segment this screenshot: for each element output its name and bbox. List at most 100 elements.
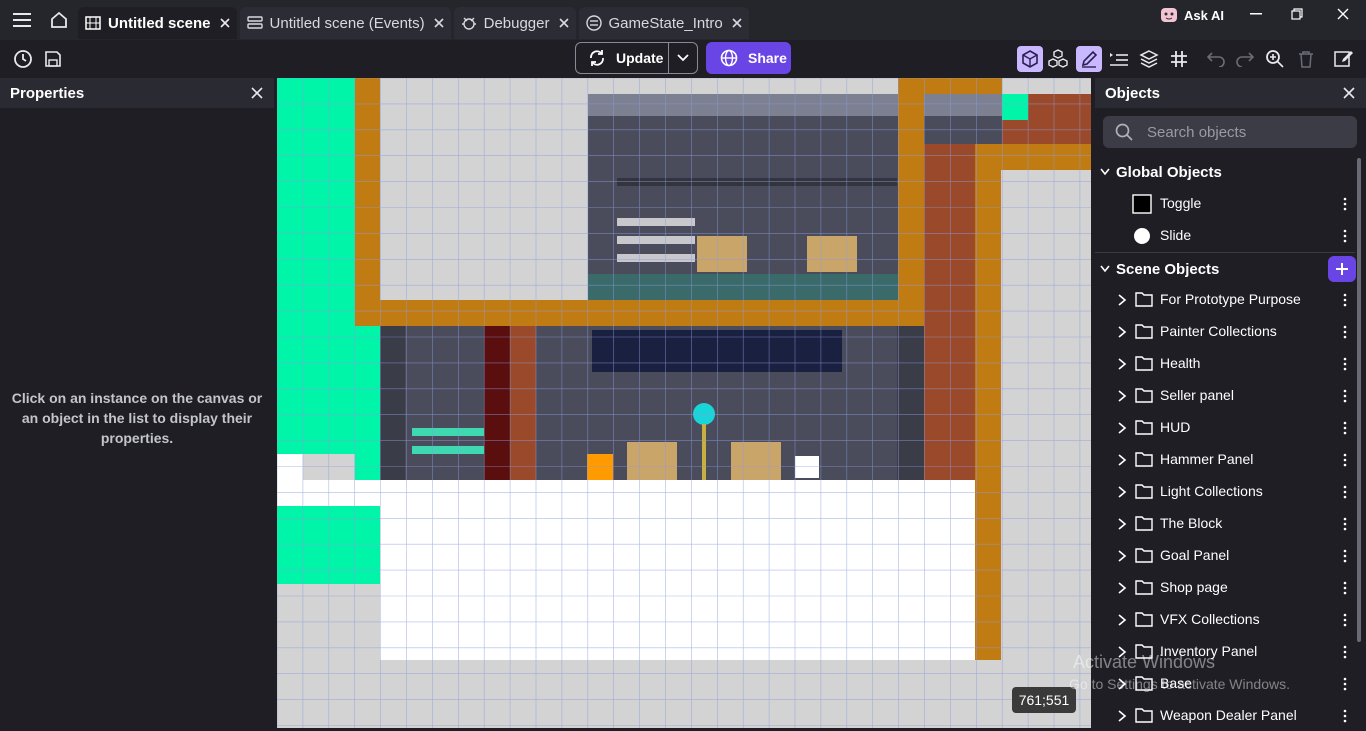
scene-object-folder[interactable]: Base	[1095, 669, 1355, 699]
chevron-down-icon[interactable]	[1095, 168, 1115, 176]
chevron-right-icon[interactable]	[1117, 581, 1127, 595]
add-object-button[interactable]	[1328, 256, 1356, 282]
ask-ai-label: Ask AI	[1184, 7, 1224, 23]
more-options-icon[interactable]	[1343, 325, 1347, 339]
global-object-slide[interactable]: Slide	[1095, 221, 1355, 251]
green-strip	[277, 78, 355, 454]
scene-object-folder[interactable]: VFX Collections	[1095, 605, 1355, 635]
delete-icon[interactable]	[1295, 48, 1317, 70]
folder-label: Weapon Dealer Panel	[1160, 707, 1297, 723]
chevron-right-icon[interactable]	[1117, 389, 1127, 403]
chevron-right-icon[interactable]	[1117, 325, 1127, 339]
scene-canvas[interactable]	[277, 78, 1091, 728]
scene-object-folder[interactable]: Hammer Panel	[1095, 445, 1355, 475]
more-options-icon[interactable]	[1343, 613, 1347, 627]
scene-object-folder[interactable]: Inventory Panel	[1095, 637, 1355, 667]
properties-panel-icon[interactable]	[1076, 46, 1102, 72]
scene-object-folder[interactable]: Light Collections	[1095, 477, 1355, 507]
ask-ai-button[interactable]: Ask AI	[1160, 6, 1224, 24]
folder-icon	[1135, 708, 1153, 723]
scene-editor-view[interactable]	[277, 78, 1091, 728]
share-button[interactable]: Share	[706, 42, 791, 74]
more-options-icon[interactable]	[1343, 421, 1347, 435]
global-object-toggle[interactable]: Toggle	[1095, 189, 1355, 219]
scene-object-folder[interactable]: Painter Collections	[1095, 317, 1355, 347]
tab-debugger[interactable]: Debugger	[453, 7, 576, 39]
undo-icon[interactable]	[1205, 48, 1227, 70]
restore-icon[interactable]	[1283, 4, 1311, 24]
more-options-icon[interactable]	[1343, 517, 1347, 531]
chevron-down-icon[interactable]	[1095, 265, 1115, 273]
scene-object-folder[interactable]: For Prototype Purpose	[1095, 285, 1355, 315]
home-icon[interactable]	[44, 5, 74, 35]
chevron-right-icon[interactable]	[1117, 645, 1127, 659]
close-icon[interactable]	[219, 17, 231, 29]
scene-object-folder[interactable]: Goal Panel	[1095, 541, 1355, 571]
window-close-icon[interactable]	[1329, 4, 1357, 24]
folder-label: The Block	[1160, 515, 1223, 531]
folder-icon	[1135, 356, 1153, 371]
folder-icon	[1135, 548, 1153, 563]
square-icon	[1132, 194, 1152, 214]
scene-object-folder[interactable]: Health	[1095, 349, 1355, 379]
redo-icon[interactable]	[1234, 48, 1256, 70]
more-options-icon[interactable]	[1343, 229, 1347, 243]
scene-object-folder[interactable]: HUD	[1095, 413, 1355, 443]
edit-scene-properties-icon[interactable]	[1333, 48, 1355, 70]
globe-icon	[720, 49, 738, 67]
scene-object-folder[interactable]: Seller panel	[1095, 381, 1355, 411]
more-options-icon[interactable]	[1343, 357, 1347, 371]
tab-gamestate-intro[interactable]: GameState_Intro	[578, 7, 749, 39]
chevron-right-icon[interactable]	[1117, 613, 1127, 627]
more-options-icon[interactable]	[1343, 645, 1347, 659]
chevron-right-icon[interactable]	[1117, 549, 1127, 563]
minimize-icon[interactable]	[1242, 4, 1270, 24]
more-options-icon[interactable]	[1343, 549, 1347, 563]
tab-scene-events[interactable]: Untitled scene (Events)	[239, 7, 451, 39]
chevron-right-icon[interactable]	[1117, 421, 1127, 435]
more-options-icon[interactable]	[1343, 389, 1347, 403]
update-button[interactable]: Update	[575, 42, 698, 74]
grid-icon[interactable]	[1168, 48, 1190, 70]
chevron-right-icon[interactable]	[1117, 485, 1127, 499]
folder-label: Health	[1160, 355, 1201, 371]
close-icon[interactable]	[433, 17, 445, 29]
chevron-right-icon[interactable]	[1117, 293, 1127, 307]
global-objects-header[interactable]: Global Objects	[1095, 159, 1355, 185]
more-options-icon[interactable]	[1343, 293, 1347, 307]
more-options-icon[interactable]	[1343, 453, 1347, 467]
chevron-right-icon[interactable]	[1117, 453, 1127, 467]
folder-label: Base	[1160, 675, 1192, 691]
objects-scrollbar[interactable]	[1357, 158, 1361, 642]
more-options-icon[interactable]	[1343, 709, 1347, 723]
zoom-icon[interactable]	[1264, 48, 1286, 70]
scene-object-folder[interactable]: The Block	[1095, 509, 1355, 539]
objects-title: Objects	[1105, 84, 1161, 102]
objects-panel-icon[interactable]	[1017, 46, 1043, 72]
save-icon[interactable]	[42, 48, 64, 70]
scene-object-folder[interactable]: Shop page	[1095, 573, 1355, 603]
scene-objects-header[interactable]: Scene Objects	[1095, 256, 1355, 282]
close-icon[interactable]	[731, 17, 743, 29]
more-options-icon[interactable]	[1343, 197, 1347, 211]
instances-list-icon[interactable]	[1108, 48, 1130, 70]
search-objects-input[interactable]: Search objects	[1103, 116, 1357, 148]
scene-object-folder[interactable]: Weapon Dealer Panel	[1095, 701, 1355, 731]
close-icon[interactable]	[1342, 86, 1356, 100]
history-icon[interactable]	[12, 48, 34, 70]
object-groups-icon[interactable]	[1047, 48, 1069, 70]
chevron-right-icon[interactable]	[1117, 357, 1127, 371]
chevron-down-icon[interactable]	[669, 54, 697, 62]
close-icon[interactable]	[558, 17, 570, 29]
close-icon[interactable]	[250, 86, 264, 100]
global-objects-title: Global Objects	[1116, 163, 1222, 181]
tab-untitled-scene[interactable]: Untitled scene	[78, 7, 237, 39]
chevron-right-icon[interactable]	[1117, 677, 1127, 691]
chevron-right-icon[interactable]	[1117, 517, 1127, 531]
more-options-icon[interactable]	[1343, 677, 1347, 691]
layers-icon[interactable]	[1138, 48, 1160, 70]
more-options-icon[interactable]	[1343, 581, 1347, 595]
more-options-icon[interactable]	[1343, 485, 1347, 499]
hamburger-menu-icon[interactable]	[0, 0, 44, 40]
chevron-right-icon[interactable]	[1117, 709, 1127, 723]
